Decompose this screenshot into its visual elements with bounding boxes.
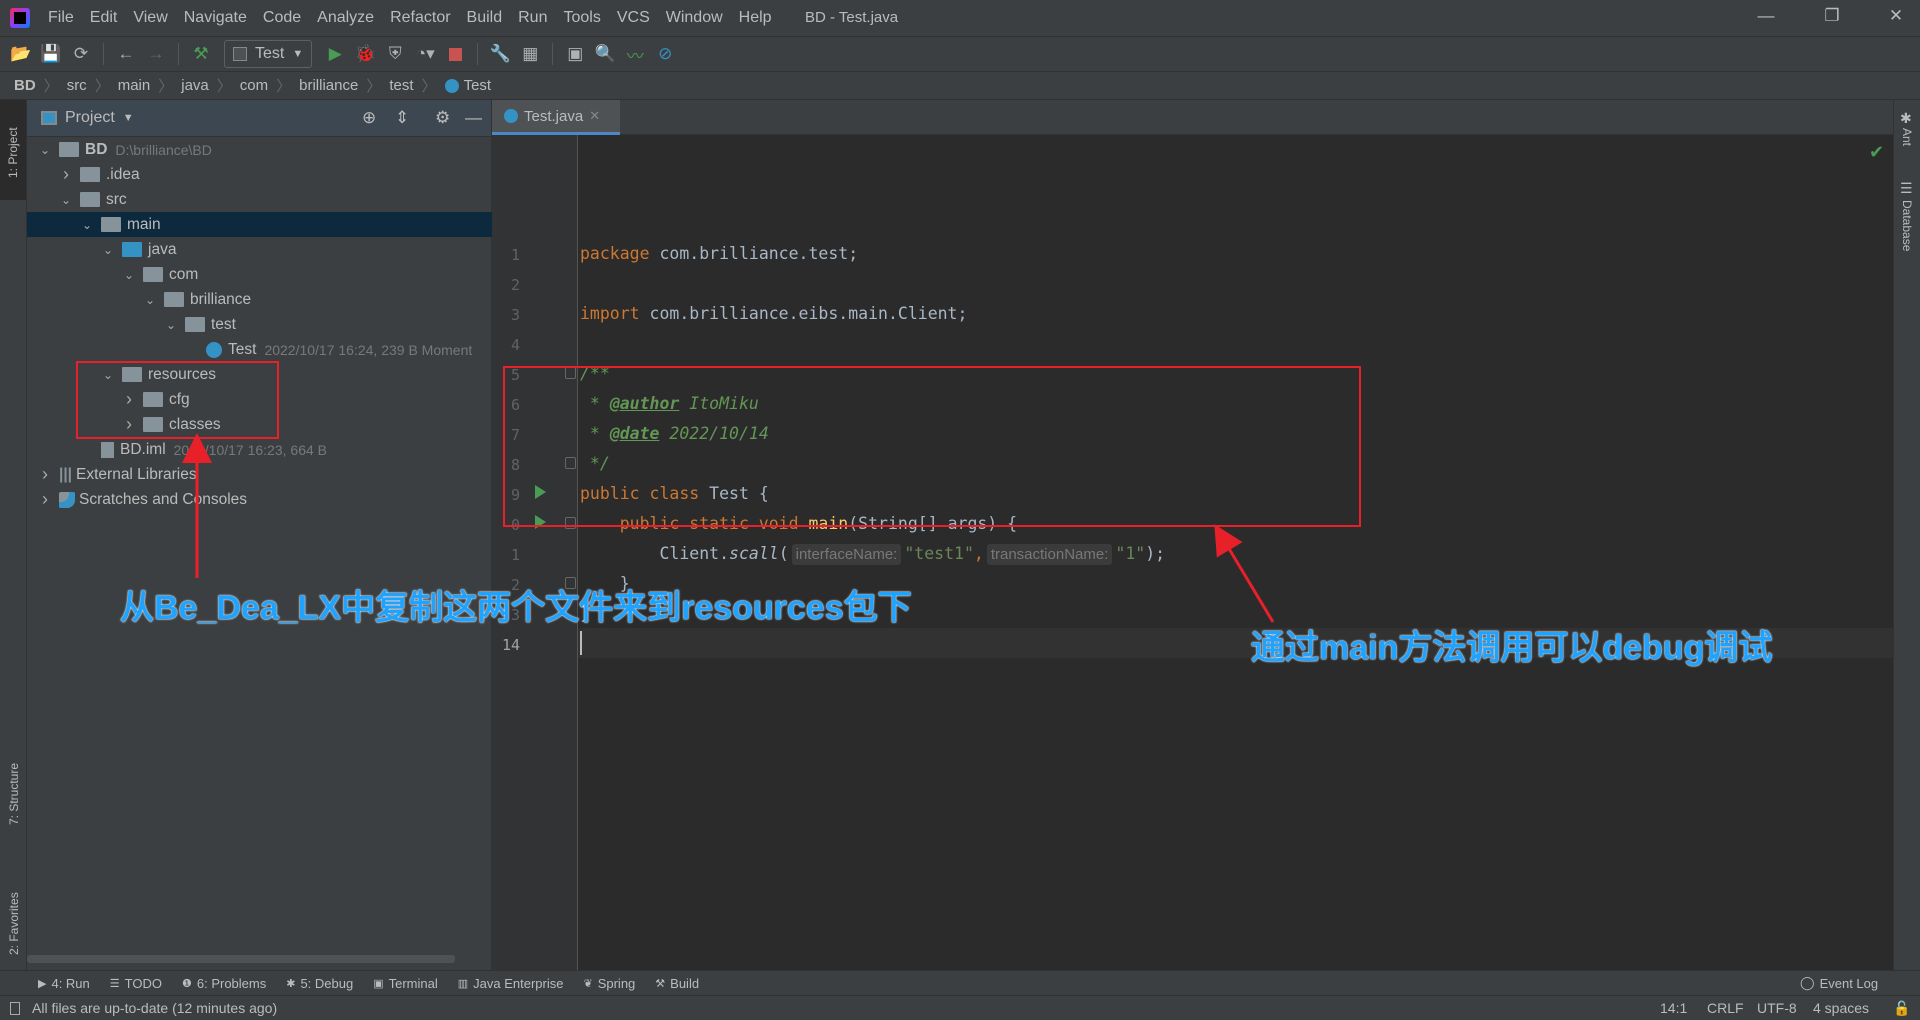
annotation-arrows [182, 433, 1275, 623]
annotation-debug-main: 通过main方法调用可以debug调试 [1251, 629, 1773, 667]
arrow-to-main [1214, 524, 1275, 623]
annotation-copy-files: 从Be_Dea_LX中复制这两个文件来到resources包下 [120, 589, 912, 627]
